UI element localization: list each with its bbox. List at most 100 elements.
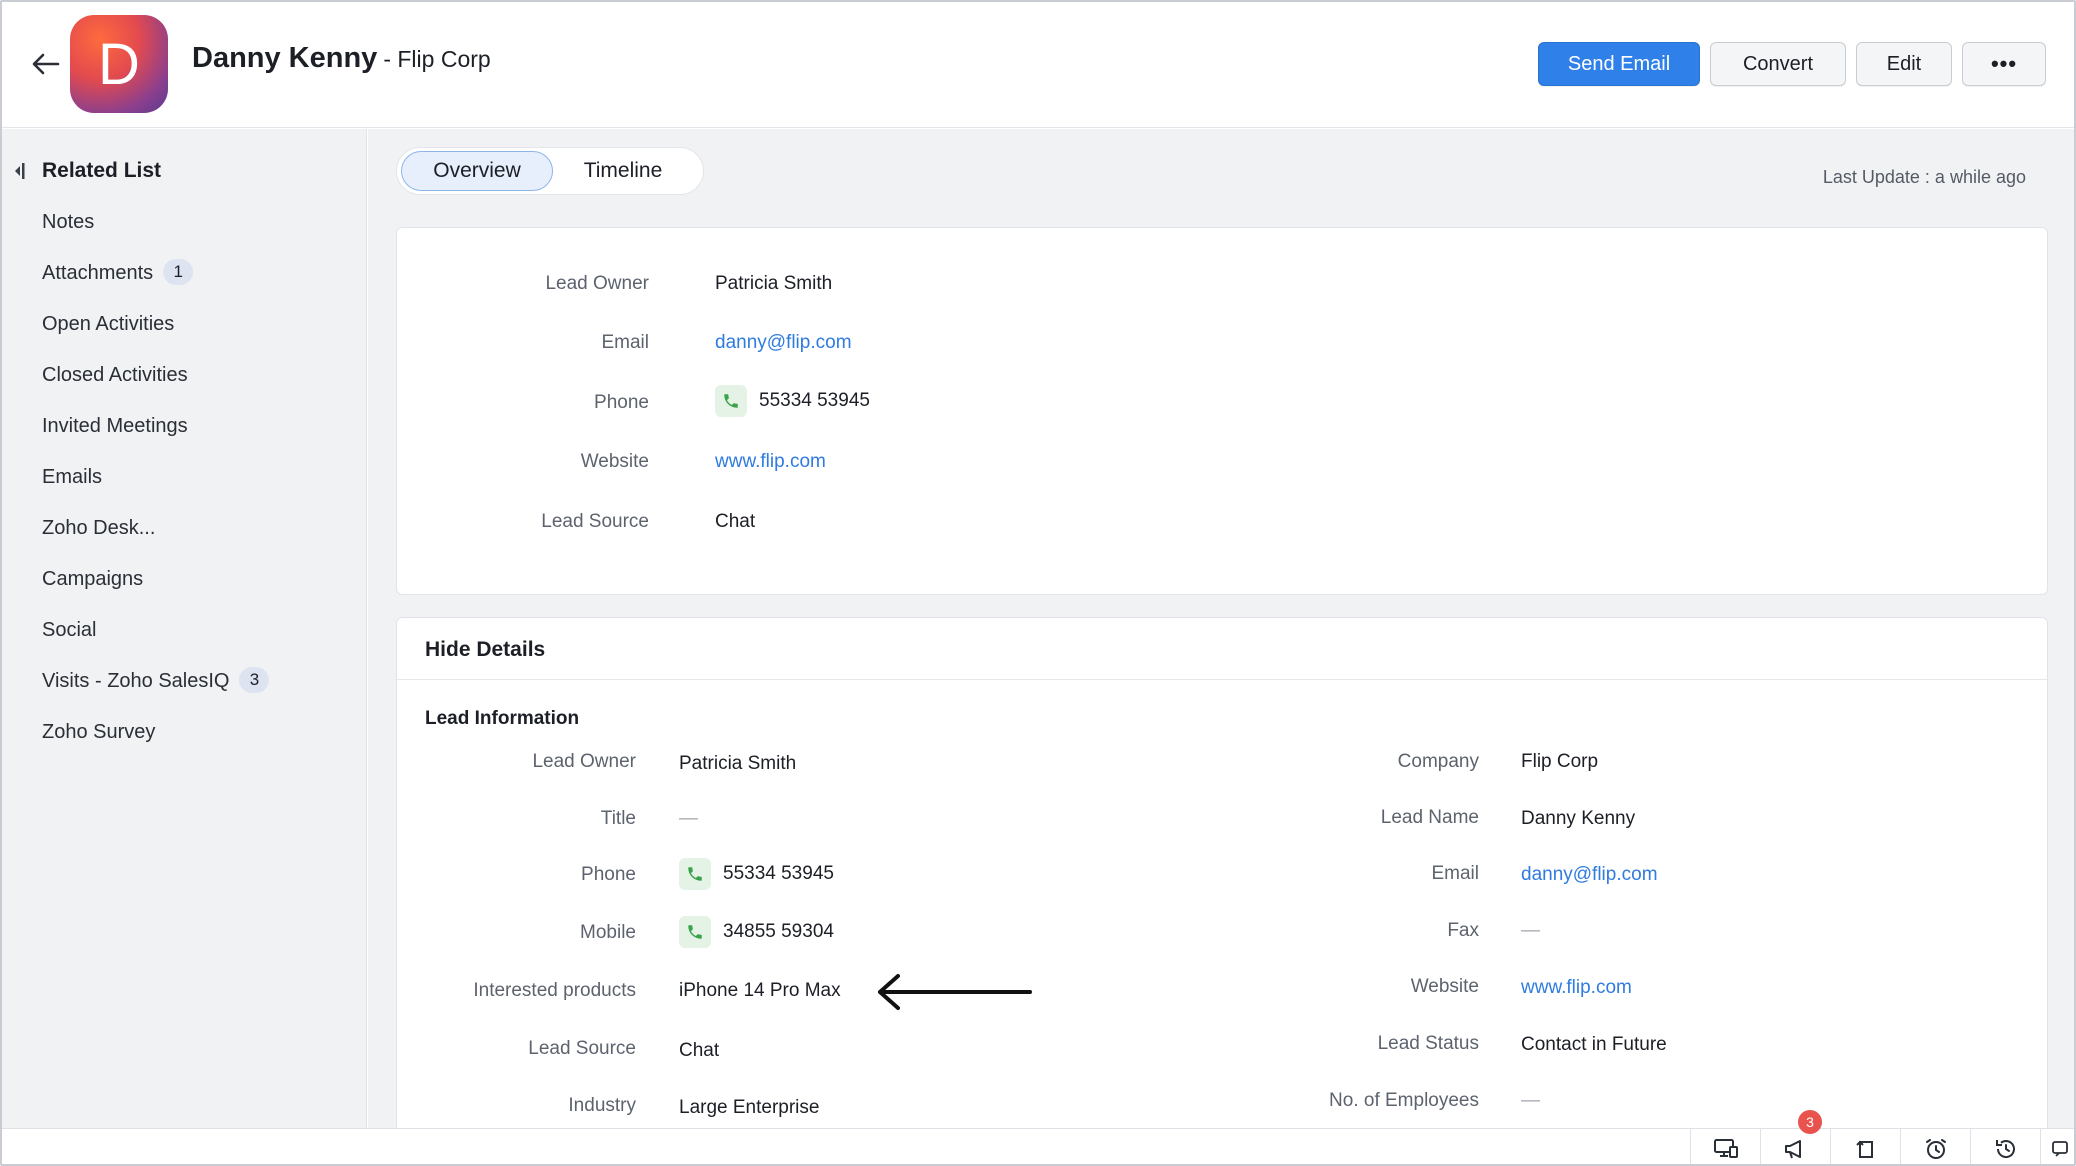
related-list-title: Related List [42, 159, 162, 182]
email-link[interactable]: danny@flip.com [1521, 864, 1658, 886]
avatar: D [70, 15, 168, 113]
more-options-button[interactable]: ••• [1962, 42, 2046, 86]
sidebar-item-label: Visits - Zoho SalesIQ [42, 670, 230, 692]
sidebar-item-social[interactable]: Social [42, 619, 269, 670]
lead-owner-value: Patricia Smith [679, 753, 797, 774]
field-label: Phone [581, 864, 636, 885]
sidebar-item-open-activities[interactable]: Open Activities [42, 313, 269, 364]
view-tabs: Overview Timeline [396, 147, 704, 195]
field-label: Phone [594, 392, 649, 413]
sidebar-item-zoho-desk[interactable]: Zoho Desk... [42, 517, 269, 568]
send-email-button[interactable]: Send Email [1538, 42, 1700, 86]
sidebar-item-notes[interactable]: Notes [42, 211, 269, 262]
bottom-utility-bar [2, 1128, 2074, 1164]
attachments-count-badge: 1 [163, 259, 194, 285]
sidebar-item-label: Notes [42, 211, 95, 233]
announcement-megaphone-icon[interactable] [1760, 1129, 1830, 1164]
sidebar-item-label: Invited Meetings [42, 415, 188, 437]
summary-card: Lead Owner Patricia Smith Email danny@fl… [396, 227, 2048, 595]
sidebar-item-label: Campaigns [42, 568, 144, 590]
phone-field: 55334 53945 [679, 858, 834, 890]
convert-button[interactable]: Convert [1710, 42, 1846, 86]
field-label: Lead Name [1380, 807, 1479, 828]
website-link[interactable]: www.flip.com [1521, 977, 1632, 999]
sidebar-item-label: Social [42, 619, 97, 641]
fax-value: — [1521, 920, 1540, 941]
phone-value: 55334 53945 [759, 390, 870, 411]
sidebar-item-label: Zoho Desk... [42, 517, 156, 539]
annotation-arrow-icon [874, 970, 1034, 1019]
lead-source-value: Chat [715, 511, 756, 532]
tab-timeline[interactable]: Timeline [553, 151, 693, 191]
phone-call-icon[interactable] [679, 858, 711, 890]
notification-count-badge: 3 [1798, 1110, 1822, 1134]
field-label: Title [600, 808, 636, 829]
chat-icon[interactable] [2040, 1129, 2074, 1164]
lead-status-value: Contact in Future [1521, 1034, 1667, 1055]
alarm-clock-icon[interactable] [1900, 1129, 1970, 1164]
avatar-letter: D [98, 31, 140, 97]
recent-items-icon[interactable] [1830, 1129, 1900, 1164]
website-link[interactable]: www.flip.com [715, 451, 826, 473]
phone-field: 55334 53945 [715, 385, 870, 417]
sidebar-item-zoho-survey[interactable]: Zoho Survey [42, 721, 269, 772]
details-header: Hide Details [397, 618, 2047, 680]
sidebar-item-label: Zoho Survey [42, 721, 156, 743]
sidebar-item-label: Closed Activities [42, 364, 188, 386]
lead-name-value: Danny Kenny [1521, 808, 1636, 829]
visits-count-badge: 3 [239, 667, 270, 693]
last-update-text: Last Update : a while ago [1822, 167, 2026, 187]
field-label: Website [1410, 976, 1479, 997]
related-list-sidebar: Related List Notes Attachments 1 Open Act… [2, 129, 367, 1129]
field-label: Website [580, 451, 649, 472]
related-list: Notes Attachments 1 Open Activities Close… [42, 211, 270, 772]
collapse-sidebar-icon[interactable] [12, 159, 26, 183]
company-value: Flip Corp [1521, 751, 1599, 772]
field-label: Lead Status [1377, 1033, 1479, 1054]
field-label: No. of Employees [1329, 1090, 1479, 1111]
history-icon[interactable] [1970, 1129, 2040, 1164]
tab-overview[interactable]: Overview [401, 151, 553, 191]
field-label: Fax [1447, 920, 1479, 941]
lead-name-title: Danny Kenny [192, 42, 378, 74]
section-title: Lead Information [425, 708, 580, 729]
field-label: Mobile [580, 922, 636, 943]
sidebar-item-label: Attachments [42, 262, 154, 284]
desktop-share-icon[interactable] [1690, 1129, 1760, 1164]
sidebar-item-campaigns[interactable]: Campaigns [42, 568, 269, 619]
field-label: Lead Source [541, 511, 649, 532]
mobile-value: 34855 59304 [723, 921, 834, 942]
record-header: D Danny Kenny - Flip Corp Send Email Con… [2, 2, 2074, 128]
mobile-call-icon[interactable] [679, 916, 711, 948]
company-subtitle: - Flip Corp [383, 46, 491, 72]
sidebar-item-emails[interactable]: Emails [42, 466, 269, 517]
field-label: Interested products [473, 980, 636, 1001]
title-value: — [679, 808, 698, 829]
sidebar-item-invited-meetings[interactable]: Invited Meetings [42, 415, 269, 466]
sidebar-item-label: Emails [42, 466, 103, 488]
back-arrow-icon[interactable] [28, 46, 64, 82]
field-label: Lead Owner [532, 751, 636, 772]
main-content: Overview Timeline Last Update : a while … [368, 129, 2074, 1157]
sidebar-item-attachments[interactable]: Attachments 1 [42, 259, 269, 313]
record-title: Danny Kenny - Flip Corp [192, 42, 491, 75]
sidebar-item-label: Open Activities [42, 313, 175, 335]
lead-owner-value: Patricia Smith [715, 273, 833, 294]
hide-details-toggle[interactable]: Hide Details [425, 638, 545, 662]
field-label: Email [1431, 863, 1479, 884]
interested-products-value: iPhone 14 Pro Max [679, 980, 841, 1001]
edit-button[interactable]: Edit [1856, 42, 1952, 86]
details-card: Hide Details Lead Information Lead Owner… [396, 617, 2048, 1157]
lead-source-value: Chat [679, 1040, 720, 1061]
sidebar-item-closed-activities[interactable]: Closed Activities [42, 364, 269, 415]
field-label: Email [601, 332, 649, 353]
mobile-field: 34855 59304 [679, 916, 834, 948]
employees-value: — [1521, 1090, 1540, 1111]
field-label: Lead Owner [545, 273, 649, 294]
phone-call-icon[interactable] [715, 385, 747, 417]
field-label: Company [1397, 751, 1479, 772]
field-label: Industry [568, 1095, 636, 1116]
email-link[interactable]: danny@flip.com [715, 332, 852, 354]
sidebar-item-visits-salesiq[interactable]: Visits - Zoho SalesIQ 3 [42, 667, 270, 721]
field-label: Lead Source [528, 1038, 636, 1059]
